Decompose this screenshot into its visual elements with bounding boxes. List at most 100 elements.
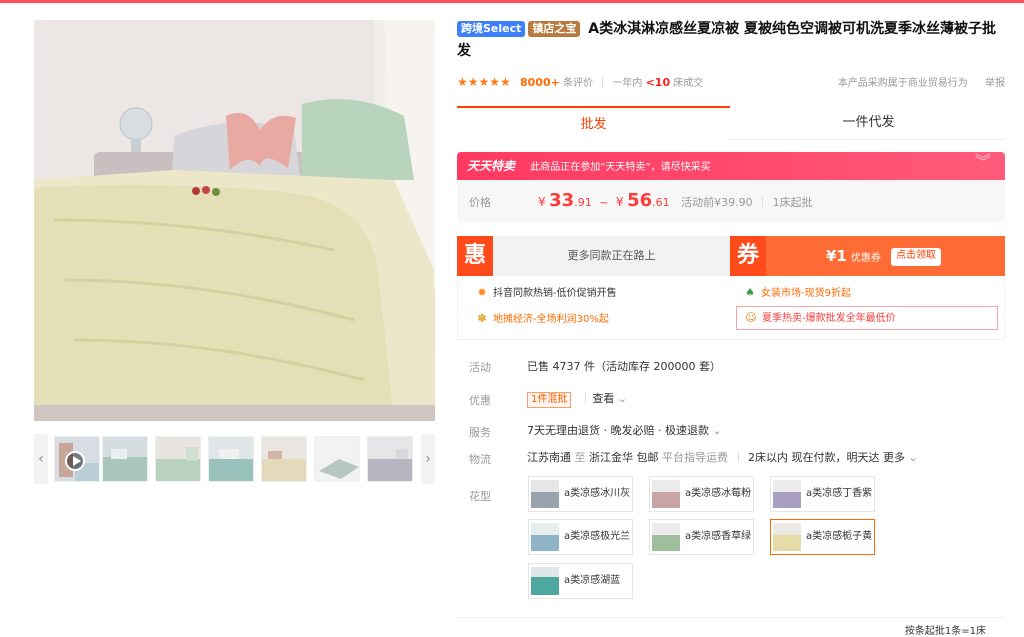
- main-product-image[interactable]: [34, 20, 435, 421]
- sku-label: a类凉感湖蓝: [564, 575, 621, 586]
- promo-text: 此商品正在参加“天天特卖”，请尽快采买: [530, 162, 711, 173]
- chevron-right-icon[interactable]: ›: [421, 434, 435, 484]
- cat-face-icon: ☺: [745, 311, 757, 324]
- cross-border-badge: 跨境Select: [457, 21, 526, 37]
- year-prefix: 一年内: [612, 78, 643, 89]
- coupon-value: ¥1: [826, 247, 847, 265]
- ship-from: 江苏南通: [527, 451, 571, 464]
- sku-thumbnail: [773, 523, 801, 551]
- free-shipping: 包邮: [636, 451, 659, 464]
- price-low-integer: 33: [549, 190, 575, 211]
- chevron-down-icon[interactable]: ⌄: [909, 451, 918, 464]
- view-discount-link[interactable]: 查看: [592, 392, 614, 405]
- coupon-badge: 券: [730, 236, 766, 276]
- activity-text: 抖音同款热销-低价促销开售: [493, 288, 617, 299]
- service-label: 服务: [469, 426, 491, 439]
- sku-label: a类凉感香草绿: [685, 531, 752, 542]
- review-count[interactable]: 8000+: [520, 76, 560, 89]
- mixed-batch-tag: 1件混批: [527, 392, 572, 408]
- thumbnail-image[interactable]: [261, 436, 307, 482]
- product-title: 跨境Select 镇店之宝 A类冰淇淋凉感丝夏凉被 夏被纯色空调被可机洗夏季冰丝薄…: [457, 18, 1005, 62]
- price-high-decimal: .61: [652, 196, 670, 209]
- sku-thumbnail: [531, 567, 559, 595]
- thumbnail-image[interactable]: [314, 436, 360, 482]
- sku-option-selected[interactable]: a类凉感栀子黄: [770, 519, 875, 555]
- sku-option[interactable]: a类凉感丁香紫: [770, 476, 875, 512]
- service-text[interactable]: 7天无理由退货 · 晚发必赔 · 极速退款: [527, 424, 709, 437]
- delivery-time: 2床以内 现在付款，明天达: [748, 451, 880, 464]
- sun-icon: ✹: [477, 286, 487, 299]
- sku-thumbnail: [652, 523, 680, 551]
- more-products-panel: 惠 更多同款正在路上: [457, 236, 730, 276]
- sku-label: a类凉感极光兰: [564, 531, 631, 542]
- discount-value: 1件混批 查看 ⌄: [527, 390, 627, 408]
- divider: [762, 197, 764, 207]
- sku-option[interactable]: a类凉感湖蓝: [528, 563, 633, 599]
- thumbnail-strip: ‹ ›: [34, 434, 435, 484]
- sku-thumbnail: [773, 480, 801, 508]
- divider: [585, 393, 587, 403]
- sku-option[interactable]: a类凉感极光兰: [528, 519, 633, 555]
- product-info: 跨境Select 镇店之宝 A类冰淇淋凉感丝夏凉被 夏被纯色空调被可机洗夏季冰丝薄…: [457, 18, 1005, 599]
- more-products-text: 更多同款正在路上: [567, 249, 656, 262]
- coupon-panel: 券 ¥1 优惠券 点击领取: [730, 236, 1005, 276]
- sku-option[interactable]: a类凉感香草绿: [649, 519, 754, 555]
- activity-label: 活动: [469, 361, 491, 374]
- activity-item[interactable]: ✹ 抖音同款热销-低价促销开售: [476, 282, 617, 305]
- thumbnail-video[interactable]: [54, 436, 100, 482]
- promo-banner: 天天特卖 此商品正在参加“天天特卖”，请尽快采买 ︾: [457, 152, 1005, 180]
- hui-badge: 惠: [457, 236, 493, 276]
- activity-value: 已售 4737 件（活动库存 200000 套）: [527, 360, 721, 373]
- sku-thumbnail: [531, 523, 559, 551]
- activity-text: 女装市场-现货9折起: [761, 288, 851, 299]
- sku-option[interactable]: a类凉感冰川灰: [528, 476, 633, 512]
- daily-sale-brand: 天天特卖: [467, 159, 516, 173]
- thumbnail-image[interactable]: [155, 436, 201, 482]
- chevron-down-icon[interactable]: ⌄: [712, 424, 721, 437]
- service-value: 7天无理由退货 · 晚发必赔 · 极速退款 ⌄: [527, 422, 722, 438]
- sku-label: a类凉感冰川灰: [564, 488, 631, 499]
- ship-to[interactable]: 浙江金华: [589, 451, 633, 464]
- price-high-currency: ¥: [615, 195, 624, 209]
- price-low-currency: ¥: [538, 195, 546, 209]
- batch-rule-note: 按条起批1条=1床: [904, 626, 986, 637]
- sku-option[interactable]: a类凉感冰莓粉: [649, 476, 754, 512]
- report-link[interactable]: 举报: [985, 78, 1005, 89]
- leaf-icon: ♠: [745, 286, 755, 299]
- more-logistics-link[interactable]: 更多: [883, 451, 905, 464]
- logistics-value: 江苏南通 至 浙江金华 包邮 平台指导运费 2床以内 现在付款，明天达 更多 ⌄: [527, 449, 918, 465]
- bed-photo: [34, 20, 435, 421]
- activity-list: ✹ 抖音同款热销-低价促销开售 ♠ 女装市场-现货9折起 ✽ 地摊经济-全场利润30%…: [457, 276, 1005, 340]
- activity-item[interactable]: ♠ 女装市场-现货9折起: [744, 282, 851, 305]
- price-before-activity: 活动前¥39.90: [681, 196, 753, 209]
- divider: [737, 452, 739, 462]
- sku-thumbnail: [652, 480, 680, 508]
- chevron-down-icon[interactable]: ⌄: [618, 392, 627, 405]
- tab-dropship[interactable]: 一件代发: [732, 106, 1005, 140]
- chevron-left-icon[interactable]: ‹: [34, 434, 48, 484]
- divider: [602, 77, 604, 87]
- thumbnail-image[interactable]: [367, 436, 413, 482]
- activity-item[interactable]: ✽ 地摊经济-全场利润30%起: [476, 308, 609, 331]
- sku-label: a类凉感丁香紫: [806, 488, 873, 499]
- tab-wholesale[interactable]: 批发: [457, 106, 730, 140]
- price-high-integer: 56: [627, 190, 653, 211]
- price-range-tilde: ~: [599, 196, 609, 209]
- freight-guide: 平台指导运费: [662, 451, 728, 464]
- claim-coupon-button[interactable]: 点击领取: [891, 248, 941, 266]
- price-label: 价格: [469, 196, 491, 209]
- ship-to-word: 至: [574, 451, 586, 464]
- divider: [457, 617, 1005, 618]
- store-treasure-badge: 镇店之宝: [528, 21, 581, 37]
- double-chevron-down-icon: ︾: [974, 152, 991, 171]
- coupon-label: 优惠券: [850, 253, 881, 264]
- activity-text: 地摊经济-全场利润30%起: [493, 314, 609, 325]
- year-sales-suffix: 床成交: [673, 78, 704, 89]
- price-row: 价格 ¥ 33.91 ~ ¥ 56.61 活动前¥39.90 1床起批: [457, 180, 1005, 222]
- logistics-label: 物流: [469, 453, 491, 466]
- discount-label: 优惠: [469, 394, 491, 407]
- thumbnail-image[interactable]: [102, 436, 148, 482]
- thumbnail-image[interactable]: [208, 436, 254, 482]
- pattern-label: 花型: [469, 490, 491, 503]
- activity-item-highlighted[interactable]: ☺ 夏季热卖-爆款批发全年最低价: [736, 306, 998, 330]
